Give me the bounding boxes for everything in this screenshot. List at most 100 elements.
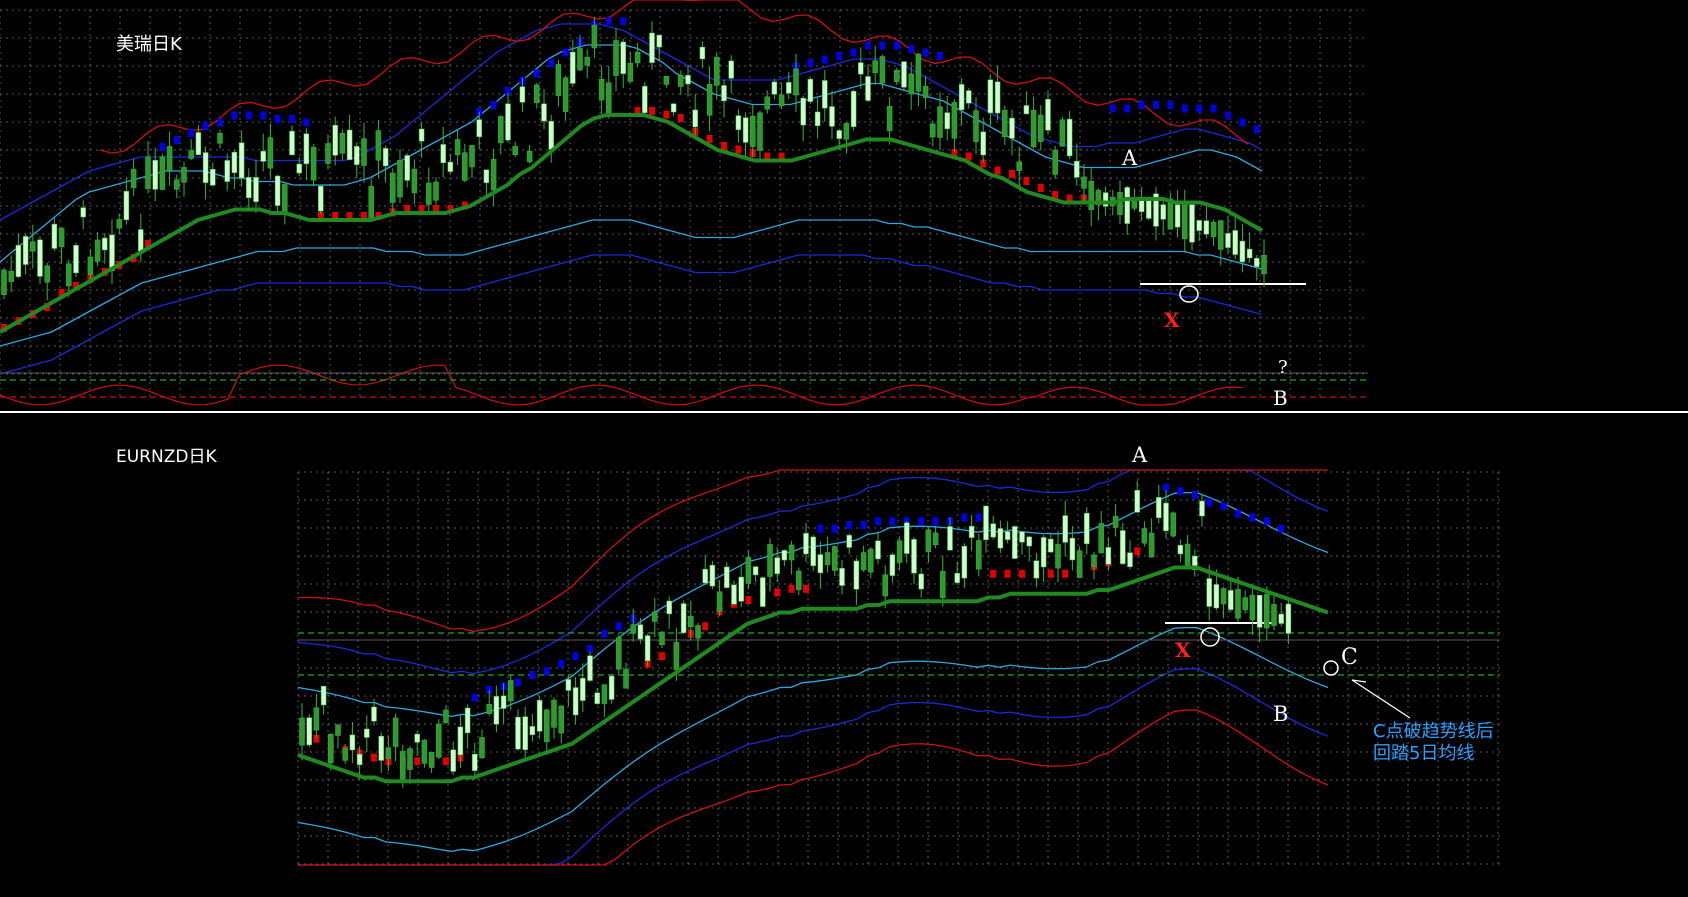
bottom-sar-dot [1206, 498, 1213, 507]
bottom-sar-dot [558, 659, 565, 668]
top-candle-body [944, 112, 950, 130]
bottom-candle-body [1040, 537, 1047, 568]
bottom-candle-body [1199, 500, 1205, 517]
top-sar-dot [1037, 184, 1044, 192]
bottom-candle-body [558, 705, 564, 734]
top-candle-body [346, 129, 353, 161]
top-candle-body [584, 57, 590, 66]
top-candle-body [894, 69, 900, 83]
top-candle-body [649, 32, 655, 63]
bottom-candle-body [1062, 515, 1068, 543]
bottom-candle-body [421, 739, 428, 764]
top-candle-body [368, 185, 374, 219]
top-candle-body [548, 121, 554, 150]
top-candle-body [987, 79, 994, 114]
top-candle-body [915, 53, 922, 92]
bottom-candle-body [738, 576, 744, 602]
top-candle-body [382, 148, 389, 167]
bottom-candle-body [1120, 530, 1126, 564]
bottom-sar-dot [1249, 513, 1256, 522]
bottom-sar-dot [601, 629, 608, 638]
bottom-candle-body [702, 568, 708, 584]
bottom-candle-body [371, 706, 377, 722]
bottom-candle-body [695, 625, 701, 639]
top-candle-body [339, 133, 346, 154]
top-candle-body [1246, 248, 1253, 259]
top-candle-body [973, 110, 979, 142]
top-candle-body [541, 103, 547, 122]
top-candle-body [1059, 119, 1066, 147]
top-candle-body [822, 80, 828, 109]
top-candle-body [627, 62, 634, 82]
top-chart-title: 美瑞日K [116, 34, 183, 55]
bottom-candle-body [803, 533, 809, 555]
bottom-candle-body [349, 734, 356, 751]
top-candle-body [418, 128, 425, 142]
top-sar-dot [245, 111, 252, 120]
bottom-sar-dot [471, 693, 478, 702]
top-candle-body [123, 191, 130, 221]
top-sar-dot [721, 142, 727, 150]
bottom-candle-body [1285, 603, 1292, 634]
top-sar-dot [821, 55, 828, 64]
top-sar-dot [159, 143, 166, 151]
top-candle-body [843, 123, 850, 140]
top-candle-body [1038, 114, 1044, 142]
bottom-candle-body [1177, 544, 1184, 555]
bottom-candle-body [961, 545, 968, 579]
bottom-note-line-1: C点破趋势线后 [1373, 721, 1494, 742]
top-candle-body [512, 146, 518, 155]
top-candle-body [66, 263, 72, 287]
top-candle-body [253, 177, 259, 202]
top-candle-body [1254, 258, 1260, 267]
top-label-b: B [1273, 386, 1288, 410]
bottom-candle-body [508, 680, 514, 702]
top-candle-body [1081, 176, 1087, 189]
bottom-candle-body [1170, 512, 1176, 537]
top-candle-body [454, 139, 461, 156]
top-candle-body [483, 169, 490, 183]
top-marker-x: X [1164, 308, 1180, 332]
bottom-candle-body [731, 584, 737, 605]
bottom-candle-body [644, 635, 651, 661]
bottom-candle-body [832, 546, 838, 571]
bottom-candle-body [918, 573, 924, 590]
bottom-marker-x: X [1175, 638, 1191, 662]
top-candle-body [858, 62, 864, 75]
top-candle-body [930, 123, 936, 138]
top-sar-dot [1225, 111, 1231, 120]
top-candle-body [267, 137, 274, 169]
top-candle-body [670, 103, 677, 113]
top-candle-body [1023, 105, 1030, 115]
bottom-candle-body [335, 724, 341, 736]
top-candle-body [188, 150, 194, 159]
bottom-candle-body [774, 557, 780, 574]
bottom-candle-body [1004, 531, 1011, 540]
top-candle-body [958, 84, 965, 111]
bottom-candle-body [580, 677, 586, 701]
bottom-candle-body [1019, 531, 1025, 543]
top-candle-body [1088, 181, 1094, 210]
bottom-candle-body [299, 717, 305, 746]
top-sar-dot [1023, 177, 1030, 185]
top-sar-dot [562, 48, 569, 57]
bottom-candle-body [1264, 594, 1270, 629]
bottom-note-line-2: 回踏5日均线 [1373, 743, 1474, 764]
top-candle-body [1189, 204, 1195, 243]
top-candle-body [728, 60, 734, 79]
bottom-candle-body [688, 615, 694, 628]
top-candle-body [1196, 220, 1202, 231]
top-candle-body [37, 239, 43, 277]
bottom-candle-body [1206, 578, 1212, 607]
bottom-sar-dot [1177, 487, 1184, 496]
bottom-candle-body [572, 687, 579, 716]
top-sar-dot [649, 107, 655, 115]
bottom-candle-body [1012, 526, 1018, 559]
top-candle-body [901, 61, 907, 88]
bottom-candle-body [889, 554, 896, 576]
top-candle-body [195, 132, 202, 156]
top-sar-dot [908, 45, 915, 53]
top-candle-body [15, 244, 22, 277]
top-candle-body [757, 112, 763, 151]
bottom-candle-body [616, 637, 622, 670]
